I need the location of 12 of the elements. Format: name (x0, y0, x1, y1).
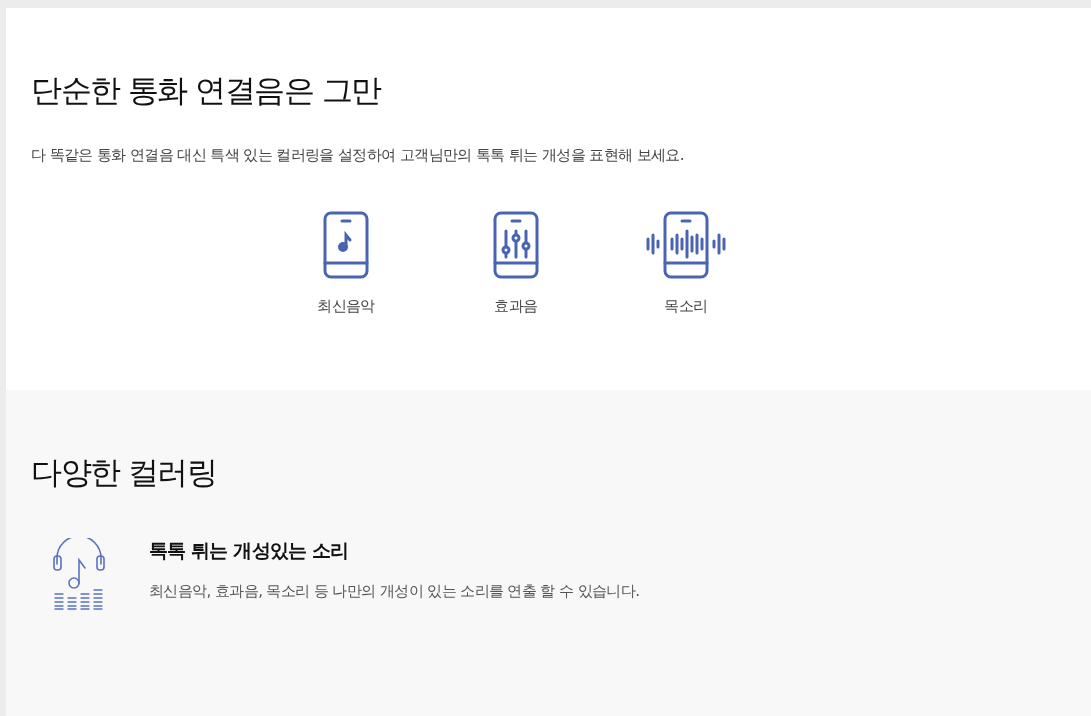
headphones-music-icon (51, 538, 107, 610)
category-label: 목소리 (664, 297, 708, 316)
feature-description: 최신음악, 효과음, 목소리 등 나만의 개성이 있는 소리를 연출 할 수 있습니다. (149, 582, 640, 601)
phone-soundwave-icon (646, 211, 726, 279)
feature-title: 톡톡 튀는 개성있는 소리 (149, 538, 350, 563)
category-label: 최신음악 (317, 297, 375, 316)
section-description: 다 똑같은 통화 연결음 대신 특색 있는 컬러링을 설정하여 고객님만의 톡톡 튀는 개성을 표현해 보세요. (31, 146, 685, 165)
section-title: 단순한 통화 연결음은 그만 (31, 71, 383, 110)
phone-music-icon (323, 211, 369, 279)
phone-sliders-icon (493, 211, 539, 279)
category-label: 효과음 (494, 297, 538, 316)
section-title: 다양한 컬러링 (31, 453, 218, 492)
